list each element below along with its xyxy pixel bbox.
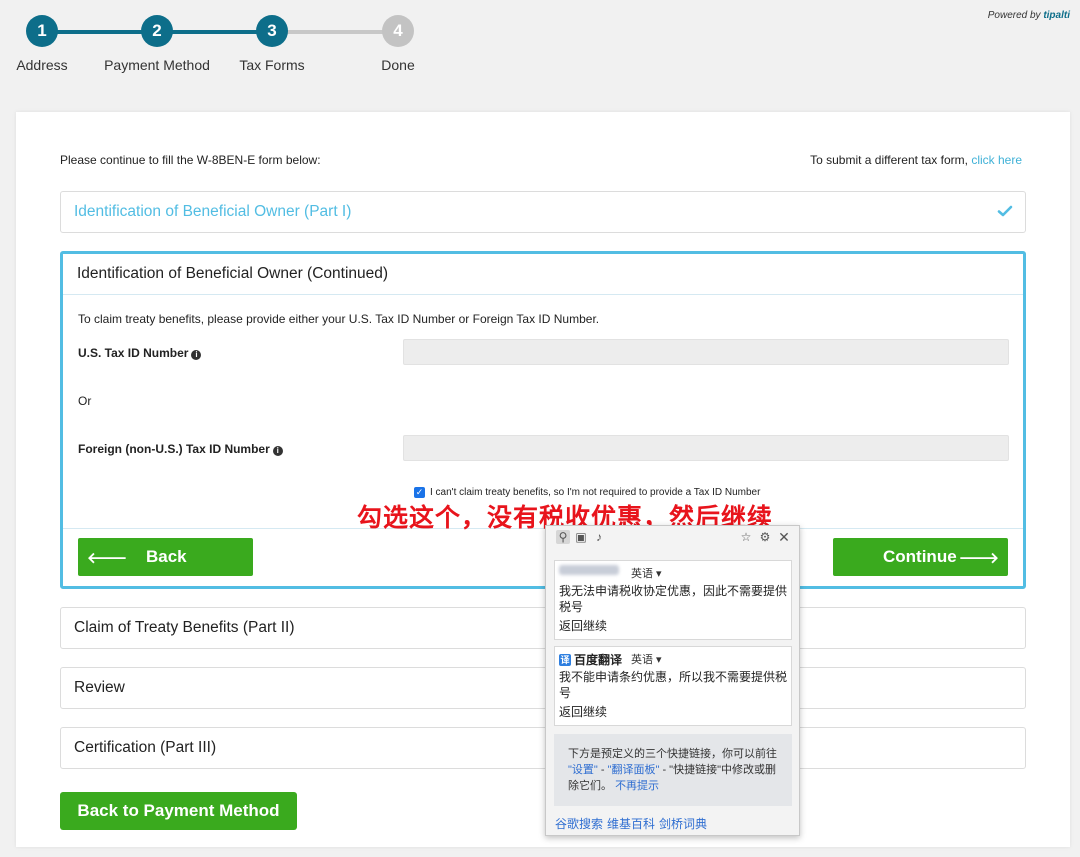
translate-popup: ⚲ ▣ ♪ ☆ ⚙ ✕ 英语 ▾ 我无法申请税收协定优惠，因此不需要提供税号 返… — [545, 525, 800, 836]
step-1-circle: 1 — [26, 15, 58, 47]
panel-part-3[interactable]: Certification (Part III) — [60, 727, 1026, 769]
google-language-select[interactable]: 英语 ▾ — [631, 565, 662, 581]
panel-part-1[interactable]: Identification of Beneficial Owner (Part… — [60, 191, 1026, 233]
baidu-translation-text: 我不能申请条约优惠，所以我不需要提供税号 — [559, 670, 788, 700]
progress-stepper: 1 2 3 4 Address Payment Method Tax Forms… — [0, 0, 480, 90]
cambridge-dictionary-link[interactable]: 剑桥词典 — [659, 815, 707, 832]
step-3-circle: 3 — [256, 15, 288, 47]
foreign-tax-id-input[interactable] — [403, 435, 1009, 461]
google-translation-header: 英语 ▾ — [555, 561, 791, 581]
step-4-circle: 4 — [382, 15, 414, 47]
back-button[interactable]: 🡐 Back — [78, 538, 253, 576]
tax-form-card: Please continue to fill the W-8BEN-E for… — [16, 112, 1070, 847]
us-tax-id-input[interactable] — [403, 339, 1009, 365]
quick-notice-sep1: - — [597, 764, 608, 776]
google-search-link[interactable]: 谷歌搜索 — [555, 815, 603, 832]
baidu-logo-icon: 译 — [559, 653, 571, 666]
quick-notice-line1: 下方是预定义的三个快捷链接，你可以前往 — [568, 748, 777, 760]
google-translation-box: 英语 ▾ 我无法申请税收协定优惠，因此不需要提供税号 返回继续 — [554, 560, 792, 640]
baidu-source: 译 百度翻译 — [559, 651, 622, 668]
google-source-name — [559, 565, 619, 575]
quick-links-notice: 下方是预定义的三个快捷链接，你可以前往 "设置" - "翻译面板" - "快捷链… — [554, 734, 792, 806]
back-to-payment-button[interactable]: Back to Payment Method — [60, 792, 297, 830]
baidu-translation-header: 译 百度翻译 英语 ▾ — [555, 647, 791, 667]
or-label: Or — [78, 394, 92, 408]
panel-continued-header: Identification of Beneficial Owner (Cont… — [63, 254, 1023, 295]
blurred-source-name — [559, 565, 619, 575]
tipalti-brand: tipalti — [1043, 10, 1070, 21]
step-connector-todo — [272, 30, 398, 34]
form-intro: Please continue to fill the W-8BEN-E for… — [60, 153, 321, 167]
star-icon[interactable]: ☆ — [739, 530, 753, 544]
settings-link[interactable]: "设置" — [568, 764, 598, 776]
info-icon[interactable]: i — [272, 446, 283, 456]
info-icon[interactable]: i — [191, 350, 202, 360]
panel-continued-footer: 🡐 Back Continue 🡒 — [63, 528, 1023, 586]
foreign-tax-id-label-text: Foreign (non-U.S.) Tax ID Number — [78, 442, 270, 456]
baidu-back-translation: 返回继续 — [559, 705, 608, 719]
panel-part-1-title: Identification of Beneficial Owner (Part… — [74, 203, 352, 220]
popup-toolbar: ⚲ ▣ ♪ ☆ ⚙ ✕ — [546, 526, 799, 550]
panel-review-title: Review — [74, 679, 125, 696]
translate-panel-link[interactable]: "翻译面板" — [608, 764, 660, 776]
powered-by-prefix: Powered by — [987, 10, 1041, 21]
no-treaty-checkbox[interactable]: ✓ — [414, 487, 425, 498]
microphone-icon[interactable]: ♪ — [592, 530, 606, 544]
dismiss-notice-link[interactable]: 不再提示 — [615, 780, 659, 792]
gear-icon[interactable]: ⚙ — [758, 530, 772, 544]
checkmark-icon — [997, 205, 1013, 217]
us-tax-id-label-text: U.S. Tax ID Number — [78, 346, 189, 360]
submit-different-text: To submit a different tax form, — [810, 153, 968, 167]
panel-part-2[interactable]: Claim of Treaty Benefits (Part II) — [60, 607, 1026, 649]
close-icon[interactable]: ✕ — [777, 530, 791, 544]
no-treaty-checkbox-label: I can't claim treaty benefits, so I'm no… — [430, 487, 761, 498]
arrow-left-icon: 🡐 — [87, 550, 128, 567]
no-treaty-checkbox-row[interactable]: ✓ I can't claim treaty benefits, so I'm … — [414, 487, 760, 498]
back-button-label: Back — [146, 547, 187, 566]
click-here-link[interactable]: click here — [971, 153, 1022, 167]
panel-continued: Identification of Beneficial Owner (Cont… — [60, 251, 1026, 589]
baidu-source-name: 百度翻译 — [574, 653, 623, 667]
step-4-label: Done — [381, 57, 415, 73]
us-tax-id-label: U.S. Tax ID Number i — [78, 346, 202, 360]
panel-part-2-title: Claim of Treaty Benefits (Part II) — [74, 619, 295, 636]
baidu-translation-box: 译 百度翻译 英语 ▾ 我不能申请条约优惠，所以我不需要提供税号 返回继续 — [554, 646, 792, 726]
quick-links: 谷歌搜索 维基百科 剑桥词典 — [555, 815, 707, 832]
arrow-right-icon: 🡒 — [958, 550, 999, 567]
panel-part-3-title: Certification (Part III) — [74, 739, 217, 756]
panel-continued-title: Identification of Beneficial Owner (Cont… — [77, 265, 389, 282]
wikipedia-link[interactable]: 维基百科 — [607, 815, 655, 832]
image-icon[interactable]: ▣ — [574, 530, 588, 544]
claim-instructions: To claim treaty benefits, please provide… — [78, 312, 600, 326]
google-translation-text: 我无法申请税收协定优惠，因此不需要提供税号 — [559, 584, 788, 614]
foreign-tax-id-label: Foreign (non-U.S.) Tax ID Number i — [78, 442, 283, 456]
pin-icon[interactable]: ⚲ — [556, 530, 570, 544]
continue-button-label: Continue — [883, 547, 957, 566]
continue-button[interactable]: Continue 🡒 — [833, 538, 1008, 576]
step-2-circle: 2 — [141, 15, 173, 47]
powered-by-logo: Powered by tipalti — [988, 10, 1070, 21]
step-3-label: Tax Forms — [239, 57, 305, 73]
baidu-language-select[interactable]: 英语 ▾ — [631, 651, 662, 667]
panel-review[interactable]: Review — [60, 667, 1026, 709]
submit-different-form: To submit a different tax form, click he… — [810, 153, 1022, 167]
google-back-translation: 返回继续 — [559, 619, 608, 633]
